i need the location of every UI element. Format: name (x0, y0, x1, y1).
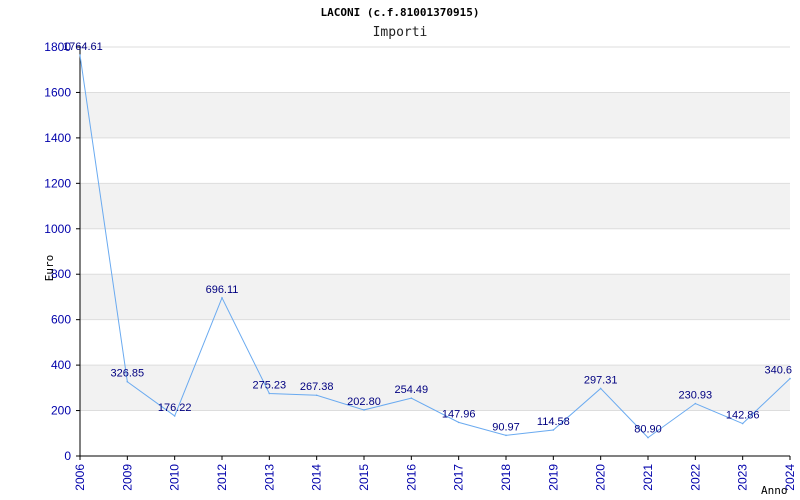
data-point (789, 377, 791, 380)
data-label: 202.80 (347, 396, 381, 408)
y-tick-label: 1400 (44, 131, 71, 145)
y-tick-label: 1200 (44, 176, 71, 190)
data-label: 696.11 (206, 284, 239, 296)
data-point (599, 387, 602, 390)
y-tick-label: 1000 (44, 222, 71, 236)
y-tick-label: 200 (51, 404, 71, 418)
data-label: 267.38 (300, 381, 334, 393)
data-point (457, 421, 460, 424)
data-label: 147.96 (442, 408, 476, 420)
data-label: 80.90 (634, 424, 662, 436)
x-tick-label: 2009 (120, 464, 134, 491)
x-tick-label: 2013 (262, 464, 276, 491)
line-chart: 020040060080010001200140016001800 2006 20… (43, 40, 797, 497)
data-point (221, 297, 223, 299)
x-tick-label: 2020 (594, 464, 608, 491)
y-tick-label: 1600 (44, 85, 71, 99)
data-point (268, 392, 271, 395)
data-label: 230.93 (679, 390, 713, 402)
x-tick-label: 2015 (357, 464, 371, 491)
x-tick-label: 2022 (688, 464, 702, 491)
data-point (126, 380, 129, 383)
x-tick-label: 2012 (215, 464, 229, 491)
data-label: 275.23 (253, 379, 287, 391)
x-tick-label: 2017 (452, 464, 466, 491)
y-tick-label: 400 (51, 358, 71, 372)
x-tick-labels: 2006 2009 2010 2012 2013 2014 2015 2016 2017 2018… (73, 464, 797, 491)
x-axis-label: Anno (761, 484, 788, 497)
data-point (552, 429, 555, 431)
data-point (694, 402, 697, 405)
data-label: 326.85 (111, 368, 145, 380)
data-point (173, 415, 176, 417)
x-tick-label: 2021 (641, 464, 655, 491)
data-point (647, 436, 649, 439)
x-tick-label: 2014 (310, 464, 324, 491)
data-point (410, 397, 413, 399)
y-tick-labels: 020040060080010001200140016001800 (44, 40, 71, 463)
data-point (505, 434, 507, 437)
x-tick-label: 2018 (499, 464, 513, 491)
x-tick-label: 2010 (168, 464, 182, 491)
data-label: 90.97 (492, 421, 520, 433)
data-point (315, 394, 318, 397)
y-tick-label: 600 (51, 313, 71, 327)
y-axis-label: Euro (43, 255, 56, 282)
data-point (741, 422, 744, 425)
x-tick-label: 2016 (404, 464, 418, 491)
x-tick-label: 2006 (73, 464, 87, 491)
y-tick-label: 0 (64, 449, 71, 463)
grid-bands (80, 92, 790, 411)
grid-band (80, 274, 790, 320)
x-tick-label: 2019 (546, 464, 560, 491)
data-label: 1764.61 (63, 41, 103, 53)
data-label: 142.86 (726, 410, 760, 422)
grid-band (80, 92, 790, 138)
data-label: 254.49 (395, 384, 429, 396)
data-point (363, 409, 365, 411)
x-tick-label: 2023 (736, 464, 750, 491)
grid-band (80, 183, 790, 229)
data-label: 114.58 (537, 416, 570, 428)
data-label: 340.6 (764, 365, 792, 377)
data-label: 176.22 (158, 402, 192, 414)
data-point (79, 54, 81, 56)
data-label: 297.31 (584, 374, 618, 386)
